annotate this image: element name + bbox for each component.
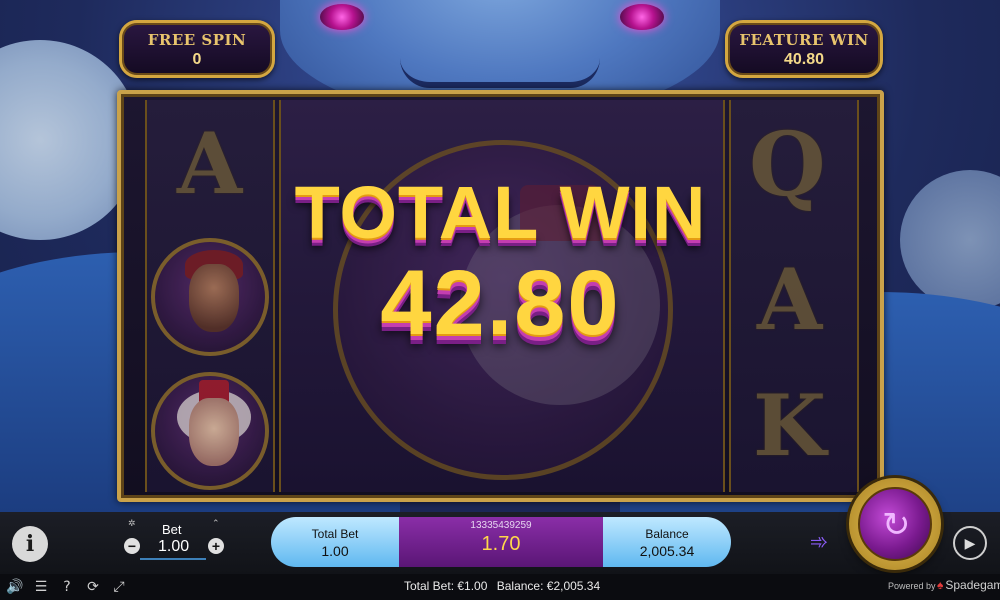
bet-label: Bet xyxy=(162,522,182,537)
reel-left: A xyxy=(145,100,275,492)
free-spin-label: FREE SPIN xyxy=(147,31,247,49)
genie-mouth xyxy=(400,58,600,88)
feature-win-counter: FEATURE WIN 40.80 xyxy=(725,20,883,78)
reel-center xyxy=(279,100,725,492)
balance-box: Balance 2,005.34 xyxy=(603,517,731,567)
bet-increase-button[interactable]: + xyxy=(208,538,224,554)
info-button[interactable]: i xyxy=(12,526,48,562)
reel-symbol-k: K xyxy=(753,376,827,475)
status-balance: Balance: €2,005.34 xyxy=(496,579,601,593)
bet-summary-panel: Total Bet 1.00 13335439259 1.70 Balance … xyxy=(271,517,731,567)
status-icons: 🔊 ☰ ? ⟳ ⤢ xyxy=(0,574,128,600)
moon-glow xyxy=(900,170,1000,310)
sultan-face xyxy=(189,264,239,332)
autoplay-icon[interactable]: ▶ xyxy=(953,526,987,560)
round-id: 13335439259 xyxy=(470,520,532,531)
history-icon[interactable]: ⟳ xyxy=(84,578,102,596)
status-total-bet: Total Bet: €1.00 xyxy=(404,579,488,593)
sultan-symbol xyxy=(151,238,269,356)
feature-win-value: 40.80 xyxy=(783,51,825,68)
brand-name: Spadegaming xyxy=(945,578,1000,592)
total-bet-value: 1.00 xyxy=(321,543,349,559)
powered-by-label: Powered by xyxy=(888,581,936,591)
reel-symbol-q: Q xyxy=(749,112,826,216)
reel-right: Q A K xyxy=(729,100,859,492)
bet-underline xyxy=(140,558,206,560)
brand-logo: ♠Spadegaming xyxy=(937,578,1000,592)
help-icon[interactable]: ? xyxy=(58,578,76,596)
genie-eye-left xyxy=(320,4,364,30)
menu-icon[interactable]: ☰ xyxy=(32,578,50,596)
sound-icon[interactable]: 🔊 xyxy=(6,578,24,596)
win-box: 13335439259 1.70 xyxy=(399,517,603,567)
fullscreen-icon[interactable]: ⤢ xyxy=(110,578,128,596)
monkey-symbol xyxy=(151,372,269,490)
spade-icon: ♠ xyxy=(937,578,944,592)
monkey-symbol-large xyxy=(333,140,673,480)
total-bet-label: Total Bet xyxy=(311,527,359,541)
spin-icon: ↻ xyxy=(882,505,911,545)
min-bet-icon[interactable]: ✲ xyxy=(128,518,136,529)
total-bet-box: Total Bet 1.00 xyxy=(271,517,399,567)
spin-button[interactable]: ↻ xyxy=(849,478,941,570)
status-summary: Total Bet: €1.00 Balance: €2,005.34 xyxy=(404,579,606,593)
turbo-icon[interactable]: ➾ xyxy=(802,528,836,558)
win-value: 1.70 xyxy=(481,533,521,555)
bet-value: 1.00 xyxy=(158,538,190,555)
monkey-face xyxy=(189,398,239,466)
free-spin-value: 0 xyxy=(192,51,202,68)
balance-label: Balance xyxy=(645,527,689,541)
reel-symbol-a: A xyxy=(177,114,243,213)
bet-decrease-button[interactable]: − xyxy=(124,538,140,554)
genie-eye-right xyxy=(620,4,664,30)
max-bet-icon[interactable]: ⌃ xyxy=(212,518,220,529)
monkey-large-fez xyxy=(520,185,600,241)
reel-area: A Q A K xyxy=(117,90,884,502)
free-spin-counter: FREE SPIN 0 xyxy=(119,20,275,78)
bet-selector: ✲ ⌃ Bet − 1.00 + xyxy=(120,518,230,564)
balance-value: 2,005.34 xyxy=(639,543,695,559)
spin-button-core[interactable]: ↻ xyxy=(858,487,932,561)
feature-win-label: FEATURE WIN xyxy=(739,31,869,49)
reel-symbol-a: A xyxy=(757,250,823,349)
